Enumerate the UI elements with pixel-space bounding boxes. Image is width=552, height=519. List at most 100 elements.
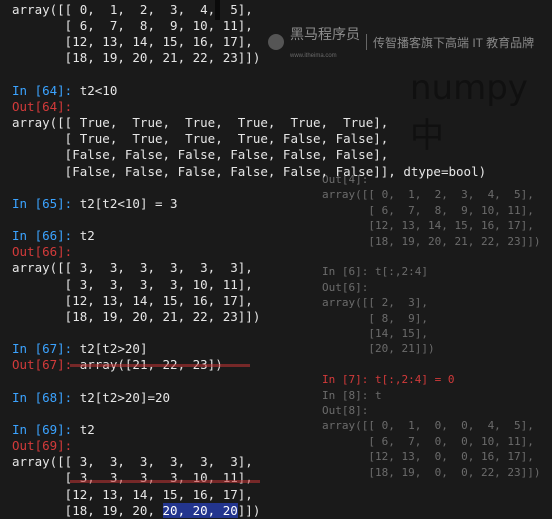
scratch-mark (70, 364, 250, 367)
out-69-label: Out[69]: (12, 438, 72, 454)
in-prompt: In [68]: (12, 389, 80, 405)
code-text: [12, 13, 0, 0, 16, 17], (322, 450, 534, 464)
code-text: array([[ 2, 3], (322, 296, 428, 310)
code-text: Out[8]: (322, 404, 369, 417)
code-text: array([[ 0, 1, 2, 3, 4, 5], (322, 188, 534, 202)
brand-divider (366, 34, 367, 50)
in-67-prompt: In [67]: t2[t2>20] (12, 341, 147, 357)
code-text: [12, 13, 14, 15, 16, 17], (12, 486, 253, 502)
in-prompt: In [65]: (12, 195, 80, 211)
brand-logo: 黑马程序员 www.itheima.com 传智播客旗下高端 IT 教育品牌 (268, 24, 534, 60)
code-text: [ 3, 3, 3, 3, 10, 11], (12, 276, 253, 292)
code-text: t2 (79, 421, 95, 437)
code-text: [ 6, 7, 8, 9, 10, 11], (322, 203, 534, 217)
code-text: t2[t2<10] = 3 (79, 195, 178, 211)
code-text: [18, 19, 0, 0, 22, 23]]) (322, 465, 541, 479)
out-prompt: In [7]: t[:,2:4] = 0 (322, 373, 455, 387)
code-text: In [8]: t (322, 388, 382, 402)
code-text: [12, 13, 14, 15, 16, 17], (322, 219, 534, 233)
out-66-row-2: [ 3, 3, 3, 3, 10, 11], (12, 277, 253, 293)
code-text: array([[ 0, 1, 0, 0, 4, 5], (322, 419, 534, 433)
bg-zero-row-1: array([[ 0, 1, 0, 0, 4, 5], (322, 418, 534, 433)
out-66-row-1: array([[ 3, 3, 3, 3, 3, 3], (12, 260, 253, 276)
code-text: [18, 19, 20, 21, 22, 23]]) (12, 308, 261, 324)
bg-out-8: Out[8]: (322, 403, 368, 418)
bg-in-8: In [8]: t (322, 388, 382, 403)
selected-text: 20, 20, 20 (162, 502, 238, 518)
brand-logo-icon (268, 34, 284, 50)
bg-in-7: In [7]: t[:,2:4] = 0 (322, 372, 454, 387)
bg-out-6: Out[6]: (322, 280, 368, 295)
bg-slice-row-3: [14, 15], (322, 326, 428, 341)
out-69-row-2: [ 3, 3, 3, 3, 10, 11], (12, 470, 253, 486)
code-text: array([[ True, True, True, True, True, T… (12, 115, 389, 131)
code-text: [18, 19, 20, 21, 22, 23]]) (322, 234, 541, 248)
code-text: t2[t2>20]=20 (79, 389, 171, 405)
scratch-mark (70, 480, 260, 483)
code-text: t2 (79, 228, 95, 244)
out-64-label: Out[64]: (12, 99, 72, 115)
code-text: t2[t2>20] (79, 341, 148, 357)
bg-slice-row-4: [20, 21]]) (322, 341, 435, 356)
code-text: [12, 13, 14, 15, 16, 17], (12, 34, 253, 50)
out-69-row-4: [18, 19, 20, 20, 20, 20]]) (12, 502, 261, 519)
code-text: [ 6, 7, 8, 9, 10, 11], (12, 18, 253, 34)
out-66-row-4: [18, 19, 20, 21, 22, 23]]) (12, 308, 261, 325)
out-69-row-3: [12, 13, 14, 15, 16, 17], (12, 487, 253, 503)
bg-in-6: In [6]: t[:,2:4] (322, 264, 428, 279)
code-text: [False, False, False, False, False, Fals… (12, 147, 389, 163)
in-64-prompt: In [64]: t2<10 (12, 83, 117, 99)
code-text: [18, 19, 20, (12, 502, 163, 518)
code-text: Out[6]: (322, 280, 369, 294)
slide-title: numpy中 (410, 68, 552, 157)
terminal-window[interactable]: 黑马程序员 www.itheima.com 传智播客旗下高端 IT 教育品牌 n… (0, 0, 552, 519)
code-text: [14, 15], (322, 327, 428, 340)
t2-output-row-3: [12, 13, 14, 15, 16, 17], (12, 34, 253, 50)
bool-row-4: [False, False, False, False, False, Fals… (12, 164, 486, 180)
code-text: array([[ 3, 3, 3, 3, 3, 3], (12, 260, 253, 276)
brand-slogan: 传智播客旗下高端 IT 教育品牌 (373, 35, 535, 50)
code-text: In [6]: t[:,2:4] (322, 265, 428, 279)
out-prompt: Out[69]: (12, 438, 73, 454)
out-prompt: Out[66]: (12, 244, 73, 260)
brand-name: 黑马程序员 (290, 26, 360, 42)
in-68-prompt: In [68]: t2[t2>20]=20 (12, 390, 170, 406)
code-text: [20, 21]]) (322, 342, 435, 356)
code-text: ]]) (237, 502, 261, 518)
in-prompt: In [66]: (12, 228, 80, 244)
cursor-block (215, 0, 220, 20)
bool-row-2: [ True, True, True, True, False, False], (12, 131, 389, 147)
code-text: [False, False, False, False, False, Fals… (12, 163, 487, 179)
bool-row-3: [False, False, False, False, False, Fals… (12, 147, 389, 163)
bg-zero-row-3: [12, 13, 0, 0, 16, 17], (322, 449, 534, 464)
out-66-row-3: [12, 13, 14, 15, 16, 17], (12, 293, 253, 309)
bg-array-row-1: array([[ 0, 1, 2, 3, 4, 5], (322, 187, 534, 202)
code-text: [ 8, 9], (322, 311, 428, 325)
code-text: [ 3, 3, 3, 3, 10, 11], (12, 470, 253, 486)
bg-zero-row-4: [18, 19, 0, 0, 22, 23]]) (322, 465, 541, 480)
bg-array-row-4: [18, 19, 20, 21, 22, 23]]) (322, 234, 541, 249)
in-69-prompt: In [69]: t2 (12, 422, 95, 438)
bg-array-row-3: [12, 13, 14, 15, 16, 17], (322, 218, 534, 233)
bg-slice-row-2: [ 8, 9], (322, 311, 428, 326)
code-text: [ 6, 7, 0, 0, 10, 11], (322, 434, 534, 448)
code-text: array([[ 3, 3, 3, 3, 3, 3], (12, 454, 253, 470)
in-prompt: In [69]: (12, 421, 80, 437)
in-66-prompt: In [66]: t2 (12, 228, 95, 244)
bg-slice-row-1: array([[ 2, 3], (322, 295, 428, 310)
in-prompt: In [67]: (12, 341, 80, 357)
brand-url: www.itheima.com (290, 53, 337, 59)
out-69-row-1: array([[ 3, 3, 3, 3, 3, 3], (12, 454, 253, 470)
code-text: [ True, True, True, True, False, False], (12, 131, 389, 147)
in-prompt: In [64]: (12, 82, 80, 98)
bg-zero-row-2: [ 6, 7, 0, 0, 10, 11], (322, 434, 534, 449)
t2-output-row-2: [ 6, 7, 8, 9, 10, 11], (12, 18, 253, 34)
bg-array-row-2: [ 6, 7, 8, 9, 10, 11], (322, 203, 534, 218)
out-prompt: Out[64]: (12, 98, 73, 114)
in-65-prompt: In [65]: t2[t2<10] = 3 (12, 196, 178, 212)
out-66-label: Out[66]: (12, 244, 72, 260)
t2-output-row-4: [18, 19, 20, 21, 22, 23]]) (12, 50, 261, 66)
code-text: t2<10 (79, 82, 118, 98)
bool-row-1: array([[ True, True, True, True, True, T… (12, 115, 388, 131)
code-text: [12, 13, 14, 15, 16, 17], (12, 292, 253, 308)
